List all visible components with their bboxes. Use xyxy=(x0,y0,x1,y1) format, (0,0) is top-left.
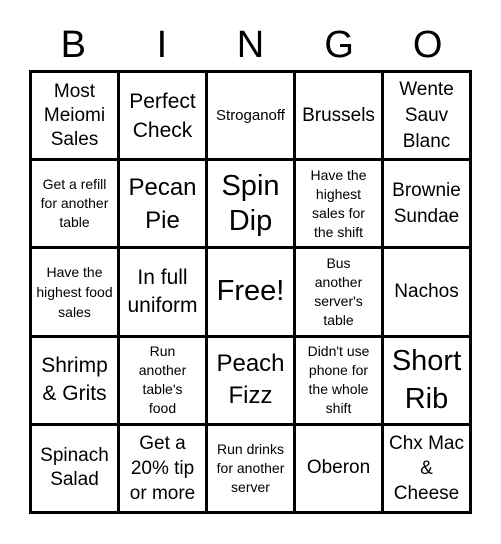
header-letter-b: B xyxy=(60,24,86,66)
header-letter-n: N xyxy=(236,24,265,66)
bingo-cell[interactable]: Get a refill for another table xyxy=(32,161,117,247)
bingo-cell[interactable]: Run another table's food xyxy=(120,337,205,423)
header-letter-g: G xyxy=(324,24,354,66)
free-space[interactable]: Free! xyxy=(208,249,293,335)
bingo-cell[interactable]: Nachos xyxy=(384,249,469,335)
bingo-cell[interactable]: Have the highest food sales xyxy=(32,249,117,335)
bingo-header: B I N G O xyxy=(29,20,472,70)
bingo-cell[interactable]: Most Meiomi Sales xyxy=(32,73,117,159)
bingo-cell[interactable]: Spin Dip xyxy=(208,161,293,247)
bingo-cell[interactable]: Brussels xyxy=(296,73,381,159)
bingo-cell[interactable]: Pecan Pie xyxy=(120,161,205,247)
bingo-cell[interactable]: Brownie Sundae xyxy=(384,161,469,247)
header-letter-o: O xyxy=(412,24,443,66)
bingo-cell[interactable]: Run drinks for another server xyxy=(208,425,293,511)
bingo-cell[interactable]: Stroganoff xyxy=(208,73,293,159)
bingo-cell[interactable]: Oberon xyxy=(296,425,381,511)
bingo-cell[interactable]: Bus another server's table xyxy=(296,249,381,335)
bingo-card: Most Meiomi Sales Perfect Check Strogano… xyxy=(29,70,472,514)
bingo-cell[interactable]: Peach Fizz xyxy=(208,337,293,423)
bingo-cell[interactable]: Spinach Salad xyxy=(32,425,117,511)
bingo-cell[interactable]: Shrimp & Grits xyxy=(32,337,117,423)
header-letter-i: I xyxy=(156,24,168,66)
bingo-cell[interactable]: Didn't use phone for the whole shift xyxy=(296,337,381,423)
bingo-cell[interactable]: Chx Mac & Cheese xyxy=(384,425,469,511)
bingo-cell[interactable]: Get a 20% tip or more xyxy=(120,425,205,511)
bingo-cell[interactable]: In full uniform xyxy=(120,249,205,335)
bingo-cell[interactable]: Perfect Check xyxy=(120,73,205,159)
bingo-cell[interactable]: Short Rib xyxy=(384,337,469,423)
bingo-cell[interactable]: Have the highest sales for the shift xyxy=(296,161,381,247)
bingo-cell[interactable]: Wente Sauv Blanc xyxy=(384,73,469,159)
